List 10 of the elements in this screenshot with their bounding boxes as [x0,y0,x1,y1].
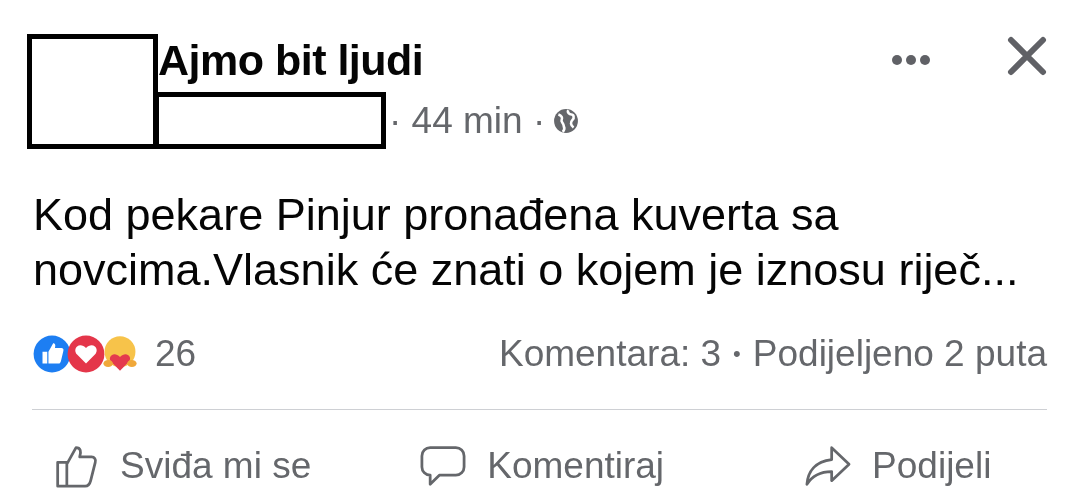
reaction-count[interactable]: 26 [155,333,197,375]
post-time: · 44 min · [389,99,546,142]
stat-link[interactable]: Podijeljeno 2 puta [752,333,1047,375]
stat-link[interactable]: Komentara: 3 [498,333,722,375]
action-button[interactable]: Podijeli [804,444,992,488]
separator-dot: • [733,341,741,367]
action-button[interactable]: Sviđa mi se [52,444,312,488]
group-name[interactable]: Ajmo bit ljudi [154,34,580,92]
post-text: Kod pekare Pinjur pronađena kuverta sa novcima.Vlasnik će znati o kojem je iznosu riječ... [33,188,1020,297]
action-button[interactable]: Komentiraj [419,444,665,488]
